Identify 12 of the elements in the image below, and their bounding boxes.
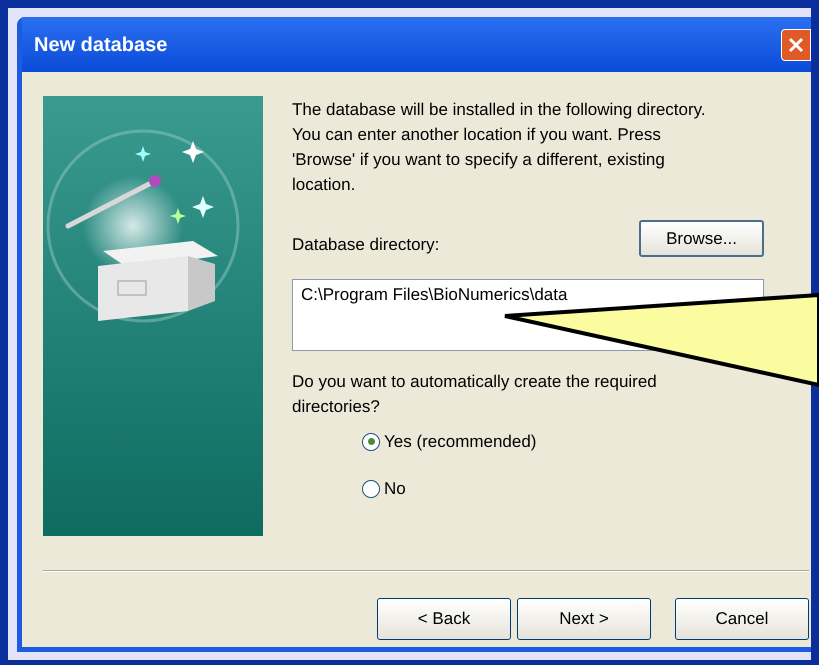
close-icon xyxy=(788,36,804,52)
intro-text: The database will be installed in the following directory. You can enter another location if you want. Press 'Browse' if you want to specify a different, existing location. xyxy=(292,99,707,196)
question-text: Do you want to automatically create the required directories? xyxy=(292,371,658,418)
browse-button[interactable]: Browse... xyxy=(639,220,764,257)
wizard-button[interactable]: Cancel xyxy=(675,598,809,640)
window-title: New database xyxy=(34,32,168,58)
radio-option[interactable]: No xyxy=(362,476,767,501)
radio-option[interactable]: Yes (recommended) xyxy=(362,429,767,454)
directory-label: Database directory: xyxy=(292,234,440,256)
close-button[interactable] xyxy=(781,28,811,60)
wizard-button[interactable]: < Back xyxy=(377,598,511,640)
wizard-button[interactable]: Next > xyxy=(517,598,651,640)
